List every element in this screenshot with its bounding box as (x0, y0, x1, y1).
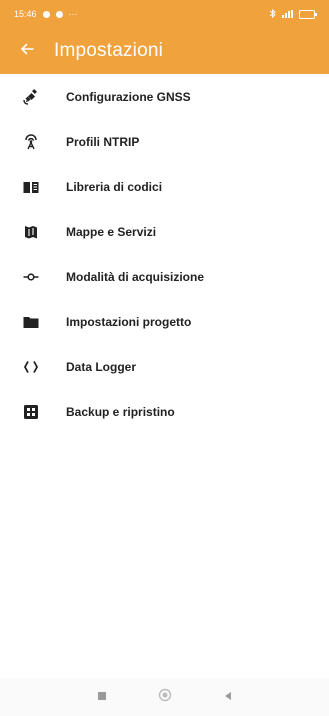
menu-item-label: Profili NTRIP (66, 134, 140, 149)
menu-item-maps-services[interactable]: Mappe e Servizi (0, 209, 329, 254)
status-left: 15:46 ··· (14, 9, 78, 19)
menu-item-label: Backup e ripristino (66, 404, 175, 419)
bluetooth-icon (269, 8, 276, 20)
nav-back-button[interactable] (218, 687, 238, 707)
square-icon (97, 688, 107, 706)
settings-menu: Configurazione GNSS Profili NTRIP Librer… (0, 74, 329, 434)
commit-icon (20, 266, 42, 288)
page-title: Impostazioni (54, 40, 164, 61)
notification-dot-icon (55, 10, 63, 18)
menu-item-label: Impostazioni progetto (66, 314, 192, 329)
menu-item-gnss-config[interactable]: Configurazione GNSS (0, 74, 329, 119)
status-bar: 15:46 ··· (0, 0, 329, 28)
menu-item-code-library[interactable]: Libreria di codici (0, 164, 329, 209)
menu-item-label: Modalità di acquisizione (66, 269, 205, 284)
system-nav-bar (0, 678, 329, 716)
grid-icon (20, 401, 42, 423)
code-braces-icon (20, 356, 42, 378)
menu-item-acquisition-mode[interactable]: Modalità di acquisizione (0, 254, 329, 299)
circle-icon (158, 688, 172, 707)
menu-item-label: Libreria di codici (66, 179, 163, 194)
menu-item-project-settings[interactable]: Impostazioni progetto (0, 299, 329, 344)
menu-item-label: Data Logger (66, 359, 137, 374)
menu-item-label: Configurazione GNSS (66, 89, 191, 104)
notification-dot-icon (42, 10, 50, 18)
more-notifications-icon: ··· (68, 9, 78, 19)
status-right (269, 8, 317, 20)
satellite-icon (20, 86, 42, 108)
arrow-left-icon (19, 41, 35, 62)
menu-item-backup-restore[interactable]: Backup e ripristino (0, 389, 329, 434)
status-time: 15:46 (14, 9, 37, 19)
home-button[interactable] (155, 687, 175, 707)
app-bar: Impostazioni (0, 28, 329, 74)
menu-item-data-logger[interactable]: Data Logger (0, 344, 329, 389)
recent-apps-button[interactable] (92, 687, 112, 707)
back-button[interactable] (16, 40, 38, 62)
book-icon (20, 176, 42, 198)
folder-icon (20, 311, 42, 333)
menu-item-label: Mappe e Servizi (66, 224, 157, 239)
antenna-icon (20, 131, 42, 153)
signal-icon (282, 10, 293, 18)
menu-item-ntrip-profiles[interactable]: Profili NTRIP (0, 119, 329, 164)
map-icon (20, 221, 42, 243)
triangle-back-icon (223, 688, 233, 706)
battery-icon (299, 9, 317, 19)
